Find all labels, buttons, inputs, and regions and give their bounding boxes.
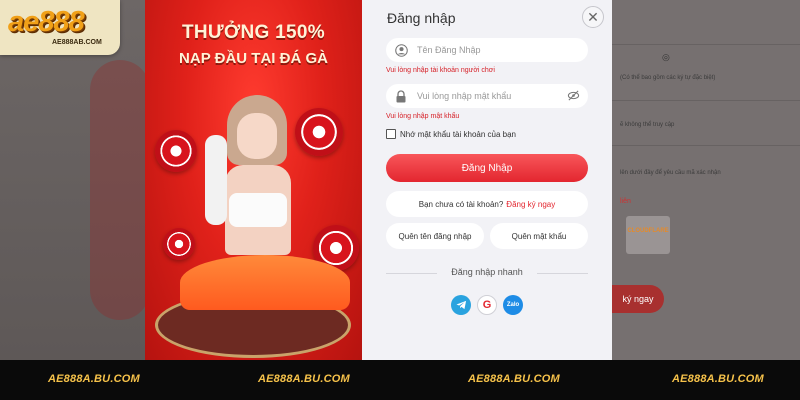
promo-banner: THƯỞNG 150% NẠP ĐẦU TẠI ĐÁ GÀ bbox=[145, 0, 362, 360]
background-note: lên dưới đây để yêu cầu mã xác nhận bbox=[620, 170, 721, 176]
login-dialog: Đăng nhập ✕ Vui lòng nhập tài khoản ngườ… bbox=[362, 0, 612, 360]
google-login-button[interactable]: G bbox=[477, 295, 497, 315]
register-link[interactable]: Đăng ký ngay bbox=[506, 200, 555, 209]
zalo-icon: Zalo bbox=[506, 302, 520, 308]
background-figure bbox=[90, 60, 150, 320]
username-input[interactable] bbox=[417, 45, 557, 55]
zalo-login-button[interactable]: Zalo bbox=[503, 295, 523, 315]
casino-chip-icon bbox=[163, 228, 195, 260]
login-button[interactable]: Đăng Nhập bbox=[386, 154, 588, 182]
telegram-login-button[interactable] bbox=[451, 295, 471, 315]
checkbox-icon[interactable] bbox=[386, 129, 396, 139]
logo-domain: AE888AB.COM bbox=[52, 39, 102, 46]
eye-off-icon[interactable] bbox=[567, 89, 580, 107]
footer-domain: AE888A.BU.COM bbox=[258, 373, 350, 385]
quick-login-label: Đăng nhập nhanh bbox=[437, 267, 537, 277]
promo-subline: NẠP ĐẦU TẠI ĐÁ GÀ bbox=[179, 50, 328, 67]
password-input[interactable] bbox=[417, 91, 557, 101]
password-error: Vui lòng nhập mật khẩu bbox=[386, 113, 460, 120]
promo-headline: THƯỞNG 150% bbox=[182, 22, 325, 43]
footer-domain: AE888A.BU.COM bbox=[468, 373, 560, 385]
login-title: Đăng nhập bbox=[387, 10, 456, 26]
no-account-text: Bạn chưa có tài khoản? bbox=[418, 199, 504, 209]
background-note: ẽ không thể truy cập bbox=[620, 122, 675, 128]
username-error: Vui lòng nhập tài khoản người chơi bbox=[386, 67, 495, 74]
background-note: (Có thể bao gồm các ký tự đặc biệt) bbox=[620, 75, 716, 81]
promo-model-skirt bbox=[180, 255, 350, 310]
divider bbox=[612, 44, 800, 45]
password-field[interactable] bbox=[386, 84, 588, 108]
forgot-password-button[interactable]: Quên mật khẩu bbox=[490, 223, 588, 249]
logo-mark: ae888 bbox=[8, 6, 85, 38]
remember-label: Nhớ mật khẩu tài khoản của bạn bbox=[400, 129, 516, 139]
footer-domain: AE888A.BU.COM bbox=[48, 373, 140, 385]
background-register-button: ký ngay bbox=[612, 285, 664, 313]
user-icon bbox=[394, 43, 408, 57]
divider bbox=[612, 145, 800, 146]
footer-domain: AE888A.BU.COM bbox=[672, 373, 764, 385]
username-field[interactable] bbox=[386, 38, 588, 62]
divider bbox=[612, 100, 800, 101]
close-icon: ✕ bbox=[587, 8, 599, 25]
cloudflare-badge: CLOUDFLARE bbox=[626, 216, 670, 254]
forgot-username-button[interactable]: Quên tên đăng nhập bbox=[386, 223, 484, 249]
remember-checkbox[interactable]: Nhớ mật khẩu tài khoản của bạn bbox=[386, 129, 516, 139]
footer-bar: AE888A.BU.COM AE888A.BU.COM AE888A.BU.CO… bbox=[0, 360, 800, 400]
site-logo[interactable]: ae888 AE888AB.COM bbox=[0, 0, 120, 55]
google-icon: G bbox=[482, 299, 492, 311]
eye-off-icon: ◎ bbox=[662, 52, 670, 62]
lock-icon bbox=[394, 89, 408, 103]
background-right-panel: ◎ (Có thể bao gồm các ký tự đặc biệt) ẽ … bbox=[612, 0, 800, 360]
telegram-icon bbox=[455, 300, 466, 310]
background-link: liên bbox=[620, 198, 631, 205]
casino-chip-icon bbox=[155, 130, 197, 172]
register-prompt: Bạn chưa có tài khoản? Đăng ký ngay bbox=[386, 191, 588, 217]
close-button[interactable]: ✕ bbox=[582, 6, 604, 28]
